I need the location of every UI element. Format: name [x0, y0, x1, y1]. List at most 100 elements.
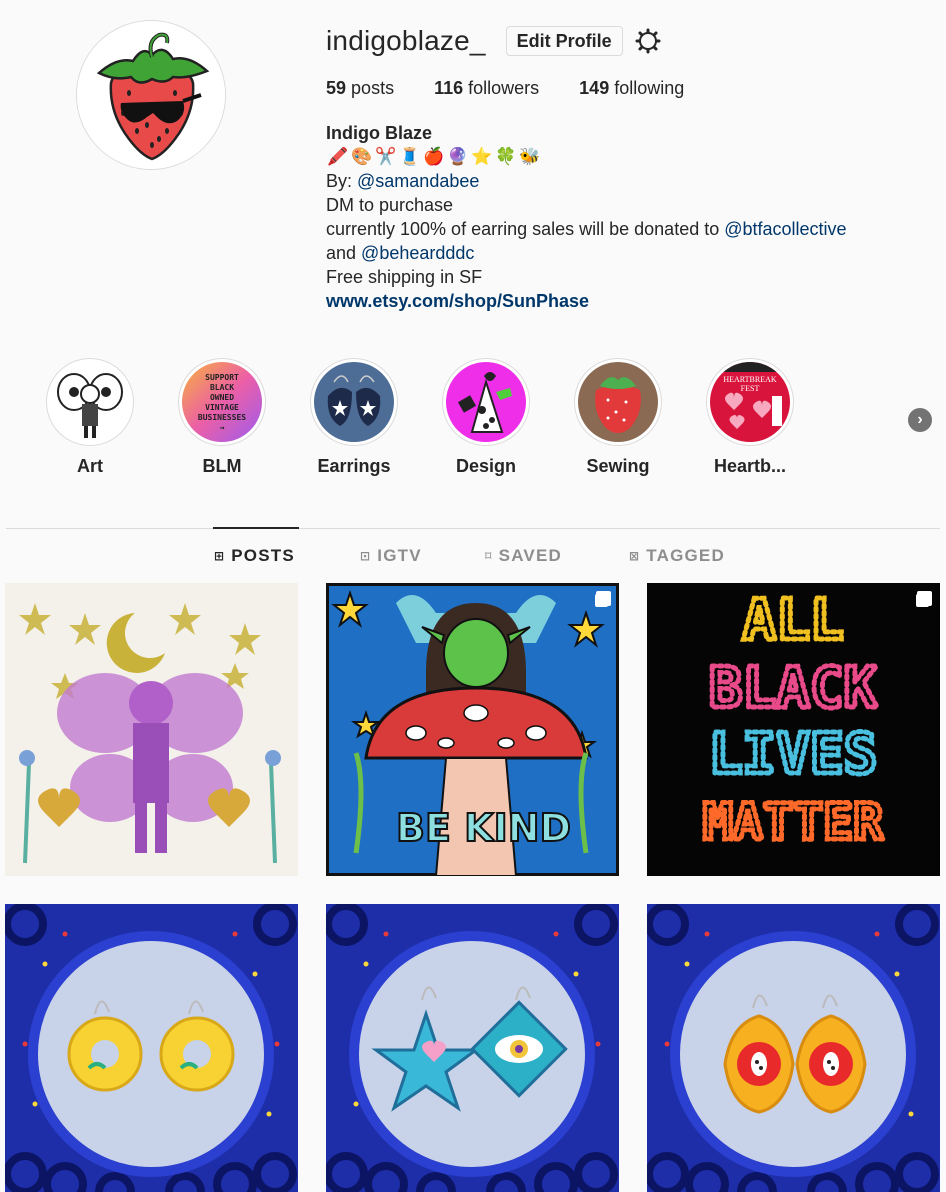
beheardddc-link[interactable]: @beheardddc — [361, 243, 474, 263]
tab-posts[interactable]: ⊞ POSTS — [214, 546, 295, 566]
tab-saved[interactable]: ⌑ SAVED — [485, 546, 562, 566]
post-tile[interactable] — [326, 904, 619, 1192]
followers-count-value: 116 — [434, 78, 464, 98]
tab-igtv[interactable]: ⊡ IGTV — [360, 546, 422, 566]
palette-emoji: 🎨 — [351, 147, 373, 167]
grid-icon: ⊞ — [214, 549, 226, 563]
followers-count[interactable]: 116 followers — [434, 78, 539, 99]
tabs-divider — [6, 528, 940, 529]
heartbreak-thumb-text-0: HEARTBREAK — [723, 375, 777, 384]
tab-igtv-label: IGTV — [377, 546, 422, 565]
profile-username: indigoblaze_ — [326, 25, 486, 56]
blm-thumb-text-0: SUPPORT — [205, 373, 239, 382]
following-count[interactable]: 149 following — [579, 78, 684, 99]
blm-thumb-text-5: → — [220, 423, 225, 432]
bio-and-line: and @beheardddc — [326, 241, 936, 265]
posts-count-value: 59 — [326, 78, 347, 98]
yellow-earrings-image — [5, 904, 298, 1192]
highlight-ring: HEARTBREAK FEST — [706, 358, 794, 446]
by-mention-link[interactable]: @samandabee — [357, 171, 479, 191]
highlight-art[interactable]: Art — [40, 358, 140, 477]
highlight-design-thumbnail — [446, 362, 526, 442]
strawberry-sunglasses-avatar — [77, 21, 225, 169]
apple-earrings-image — [647, 904, 940, 1192]
profile-tabs: ⊞ POSTS ⊡ IGTV ⌑ SAVED ⊠ TAGGED — [0, 546, 946, 570]
btfacollective-link[interactable]: @btfacollective — [724, 219, 846, 239]
highlight-ring: SUPPORT BLACK OWNED VINTAGE BUSINESSES → — [178, 358, 266, 446]
highlight-label: Heartb... — [713, 456, 787, 476]
highlight-heartbreak-thumbnail: HEARTBREAK FEST — [710, 362, 790, 442]
gear-icon[interactable] — [635, 28, 661, 54]
highlight-label: Art — [77, 456, 103, 476]
heartbreak-thumb-text-1: FEST — [741, 384, 760, 393]
highlight-sewing[interactable]: Sewing — [568, 358, 668, 477]
bio-donate-line: currently 100% of earring sales will be … — [326, 217, 936, 241]
crystal-ball-emoji: 🔮 — [447, 147, 469, 167]
post-tile[interactable]: BE KIND — [326, 583, 619, 876]
earrings-thumb — [314, 362, 394, 442]
blm-thumb-text-3: VINTAGE — [205, 403, 239, 412]
highlight-label: Earrings — [317, 456, 391, 476]
apple-emoji: 🍎 — [423, 147, 445, 167]
design-thumb — [446, 362, 526, 442]
story-highlights: Art SUPPORT BLACK OWNED VINTAGE BUSINESS… — [40, 358, 940, 478]
bio-by-prefix: By: — [326, 171, 358, 191]
website-link[interactable]: www.etsy.com/shop/SunPhase — [326, 291, 589, 311]
sequin-blm-image: ALL BLACK LIVES MATTER — [647, 583, 940, 876]
gear-icon-svg — [635, 28, 661, 54]
bio-dm-line: DM to purchase — [326, 195, 454, 215]
sequin-line-0: ALL — [742, 588, 843, 653]
tab-posts-label: POSTS — [231, 546, 295, 565]
clover-emoji: 🍀 — [495, 147, 517, 167]
sequin-line-1: BLACK — [709, 656, 878, 721]
highlight-design[interactable]: Design — [436, 358, 536, 477]
post-tile[interactable]: ALL BLACK LIVES MATTER — [647, 583, 940, 876]
multiple-photos-icon — [916, 591, 932, 607]
thread-emoji: 🧵 — [399, 147, 421, 167]
multiple-photos-icon — [595, 591, 611, 607]
highlight-heartbreak[interactable]: HEARTBREAK FEST Heartb... — [700, 358, 800, 477]
highlight-ring — [310, 358, 398, 446]
profile-avatar[interactable] — [76, 20, 226, 170]
be-kind-painting-image: BE KIND — [326, 583, 619, 876]
post-tile[interactable] — [5, 904, 298, 1192]
highlight-art-thumbnail — [50, 362, 130, 442]
profile-bio: Indigo Blaze 🖍️ 🎨 ✂️ 🧵 🍎 🔮 ⭐ 🍀 🐝 By: @sa… — [326, 121, 936, 313]
highlight-ring — [46, 358, 134, 446]
edit-profile-button[interactable]: Edit Profile — [505, 26, 623, 56]
following-count-value: 149 — [579, 78, 610, 98]
highlight-blm-thumbnail: SUPPORT BLACK OWNED VINTAGE BUSINESSES → — [182, 362, 262, 442]
fairy-drawing-thumb — [50, 362, 130, 442]
highlight-sewing-thumbnail — [578, 362, 658, 442]
blm-poster-thumb: SUPPORT BLACK OWNED VINTAGE BUSINESSES → — [182, 362, 262, 442]
fairy-print-image — [5, 583, 298, 876]
star-eye-earrings-image — [326, 904, 619, 1192]
heartbreak-fest-thumb: HEARTBREAK FEST — [710, 362, 790, 442]
highlight-earrings[interactable]: Earrings — [304, 358, 404, 477]
crayon-emoji: 🖍️ — [327, 147, 349, 167]
followers-count-label: followers — [468, 78, 540, 98]
tab-saved-label: SAVED — [498, 546, 562, 565]
profile-full-name: Indigo Blaze — [326, 123, 433, 143]
scissors-emoji: ✂️ — [375, 147, 397, 167]
tab-tagged[interactable]: ⊠ TAGGED — [629, 546, 725, 566]
post-tile[interactable] — [5, 583, 298, 876]
highlight-label: Design — [455, 456, 516, 476]
star-emoji: ⭐ — [471, 147, 493, 167]
profile-title-row: indigoblaze_ Edit Profile — [326, 22, 936, 60]
sequin-line-2: LIVES — [709, 722, 878, 787]
posts-count: 59 posts — [326, 78, 394, 99]
posts-count-label: posts — [351, 78, 395, 98]
felt-strawberry-thumb — [578, 362, 658, 442]
blm-thumb-text-4: BUSINESSES — [198, 413, 246, 422]
bio-donate-prefix: currently 100% of earring sales will be … — [326, 219, 725, 239]
tab-tagged-label: TAGGED — [646, 546, 725, 565]
bio-by-line: By: @samandabee — [326, 169, 936, 193]
bee-emoji: 🐝 — [519, 147, 541, 167]
blm-thumb-text-1: BLACK — [210, 383, 234, 392]
chevron-right-icon: › — [917, 411, 923, 428]
post-tile[interactable] — [647, 904, 940, 1192]
highlight-blm[interactable]: SUPPORT BLACK OWNED VINTAGE BUSINESSES →… — [172, 358, 272, 477]
highlights-next-button[interactable]: › — [908, 408, 932, 432]
bio-and-prefix: and — [326, 243, 362, 263]
